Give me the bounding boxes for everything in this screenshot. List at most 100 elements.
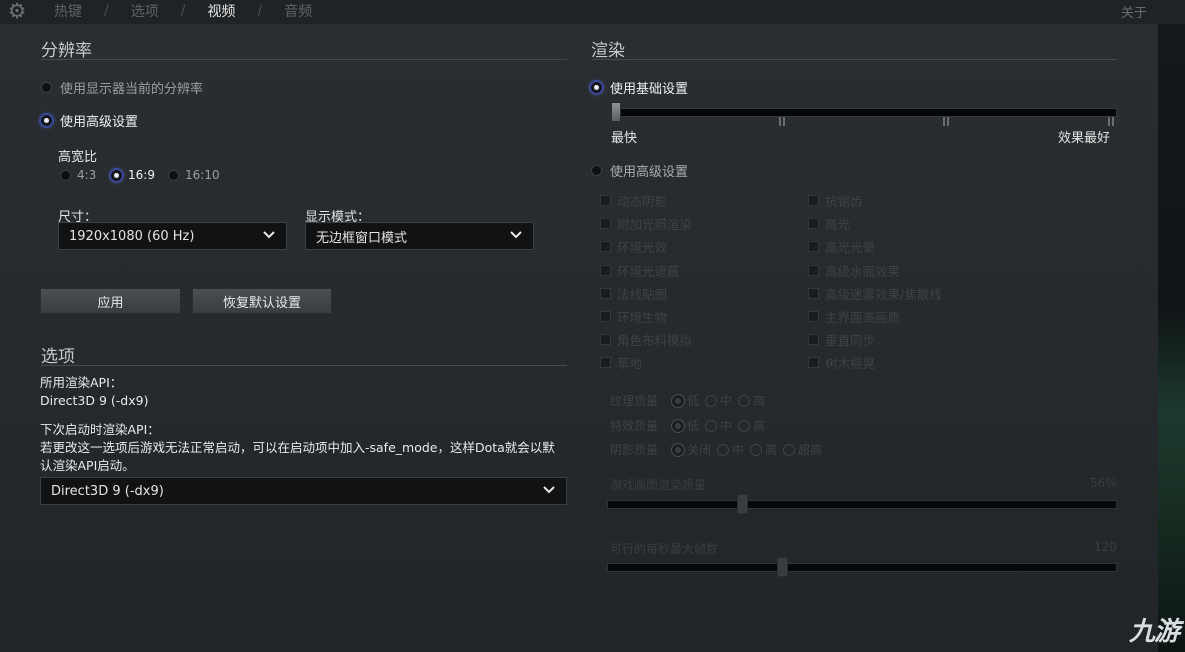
radio-dot: [60, 169, 71, 181]
option-label: 高: [753, 419, 766, 433]
quality-preset-slider[interactable]: [611, 108, 1117, 117]
tab-hotkeys[interactable]: 热键: [54, 1, 82, 21]
checkbox-label: 角色布料模拟: [617, 333, 693, 349]
shadow-quality-row: 阴影质量 关闭 中 高 超高: [610, 441, 828, 458]
checkbox-box: [600, 241, 611, 253]
radio-use-basic-render[interactable]: 使用基础设置: [591, 78, 688, 97]
radio-label: 使用高级设置: [60, 115, 139, 130]
radio-dot: [738, 419, 751, 432]
slider-min-label: 最快: [611, 131, 638, 146]
radio-aspect-16-10[interactable]: 16:10: [168, 168, 220, 182]
left-checkbox[interactable]: 法线贴图: [600, 284, 667, 303]
radio-dot: [672, 419, 684, 432]
radio-texture-high[interactable]: 高: [738, 392, 765, 409]
checkbox-label: 高级迷雾效果/焦散线: [825, 286, 942, 302]
gear-icon[interactable]: ⚙: [4, 0, 30, 24]
left-checkbox[interactable]: 角色布料模拟: [600, 330, 692, 349]
slider-handle[interactable]: [736, 494, 748, 514]
radio-dot: [41, 115, 52, 126]
left-checkbox[interactable]: 动态阴影: [600, 191, 667, 210]
slider-handle[interactable]: [611, 102, 621, 122]
radio-dot: [672, 443, 684, 456]
effect-quality-label: 特效质量: [610, 419, 659, 433]
radio-label: 4:3: [77, 168, 97, 182]
radio-label: 16:10: [185, 168, 220, 182]
checkbox-box: [600, 264, 611, 276]
radio-use-monitor-resolution[interactable]: 使用显示器当前的分辨率: [41, 78, 203, 97]
left-checkbox[interactable]: 环境生物: [600, 307, 667, 326]
radio-effect-mid[interactable]: 中: [705, 417, 732, 434]
radio-shadow-high[interactable]: 高: [750, 441, 777, 458]
radio-dot: [705, 394, 718, 407]
right-checkbox[interactable]: 主界面高画质: [808, 307, 900, 326]
radio-shadow-mid[interactable]: 中: [717, 441, 744, 458]
radio-texture-mid[interactable]: 中: [705, 392, 732, 409]
slider-handle[interactable]: [776, 557, 788, 577]
option-label: 中: [732, 443, 745, 457]
radio-effect-high[interactable]: 高: [738, 417, 765, 434]
checkbox-label: 树木摇晃: [825, 356, 876, 372]
resolution-size-select[interactable]: 1920x1080 (60 Hz): [58, 222, 287, 250]
radio-label: 使用高级设置: [610, 165, 689, 180]
right-checkbox[interactable]: 抗锯齿: [808, 191, 863, 210]
left-checkbox[interactable]: 环境光遮蔽: [600, 261, 680, 280]
background-edge: [1158, 24, 1185, 652]
chevron-down-icon: [263, 231, 275, 239]
radio-dot: [168, 169, 179, 181]
option-label: 关闭: [687, 443, 712, 457]
checkbox-box: [808, 357, 819, 369]
chevron-down-icon: [543, 486, 555, 494]
render-api-select[interactable]: Direct3D 9 (-dx9): [40, 477, 567, 505]
select-value: Direct3D 9 (-dx9): [51, 483, 164, 499]
tab-separator: /: [104, 3, 109, 19]
checkbox-box: [600, 218, 611, 230]
tab-separator: /: [257, 3, 263, 19]
checkbox-label: 草地: [617, 356, 643, 372]
checkbox-box: [808, 264, 819, 276]
right-checkbox[interactable]: 高级迷雾效果/焦散线: [808, 284, 942, 303]
slider-tick: [1108, 117, 1114, 126]
radio-use-advanced-resolution[interactable]: 使用高级设置: [41, 111, 138, 130]
left-checkbox[interactable]: 附加光照渲染: [600, 214, 692, 233]
radio-texture-low[interactable]: 低: [672, 392, 699, 409]
radio-aspect-16-9[interactable]: 16:9: [111, 168, 155, 182]
right-checkbox[interactable]: 高级水面效果: [808, 261, 900, 280]
right-checkbox[interactable]: 树木摇晃: [808, 353, 875, 372]
next-render-api-label: 下次启动时渲染API：: [40, 422, 160, 437]
checkbox-label: 垂直同步: [825, 333, 876, 349]
right-checkbox[interactable]: 高光光晕: [808, 237, 875, 256]
checkbox-label: 主界面高画质: [825, 310, 901, 325]
max-fps-slider[interactable]: [607, 563, 1117, 572]
checkbox-box: [600, 311, 611, 322]
radio-label: 使用基础设置: [610, 82, 689, 97]
option-label: 低: [687, 394, 700, 408]
radio-effect-low[interactable]: 低: [672, 417, 699, 434]
left-checkbox[interactable]: 环境光效: [600, 237, 667, 256]
checkbox-label: 高光光晕: [825, 240, 876, 256]
shadow-quality-label: 阴影质量: [610, 443, 659, 457]
display-mode-select[interactable]: 无边框窗口模式: [305, 222, 534, 250]
effect-quality-row: 特效质量 低 中 高: [610, 417, 771, 434]
about-link[interactable]: 关于: [1121, 2, 1147, 21]
tab-audio[interactable]: 音频: [284, 1, 312, 21]
radio-aspect-4-3[interactable]: 4:3: [60, 168, 96, 182]
render-quality-slider[interactable]: [607, 500, 1117, 509]
radio-dot: [717, 443, 730, 456]
checkbox-box: [808, 195, 819, 206]
tab-options[interactable]: 选项: [131, 1, 159, 21]
tab-video[interactable]: 视频: [207, 1, 235, 21]
apply-button[interactable]: 应用: [40, 288, 181, 314]
radio-dot: [705, 419, 718, 432]
right-checkbox[interactable]: 高光: [808, 214, 850, 233]
radio-dot: [672, 394, 684, 407]
radio-dot: [111, 169, 122, 181]
restore-defaults-button[interactable]: 恢复默认设置: [192, 288, 332, 314]
right-checkbox[interactable]: 垂直同步: [808, 330, 875, 349]
checkbox-box: [600, 195, 611, 206]
radio-shadow-ultra[interactable]: 超高: [783, 441, 822, 458]
radio-shadow-off[interactable]: 关闭: [672, 441, 711, 458]
left-checkbox[interactable]: 草地: [600, 353, 642, 372]
radio-use-advanced-render[interactable]: 使用高级设置: [591, 161, 688, 180]
radio-dot: [738, 394, 751, 407]
checkbox-label: 环境光效: [617, 240, 668, 256]
